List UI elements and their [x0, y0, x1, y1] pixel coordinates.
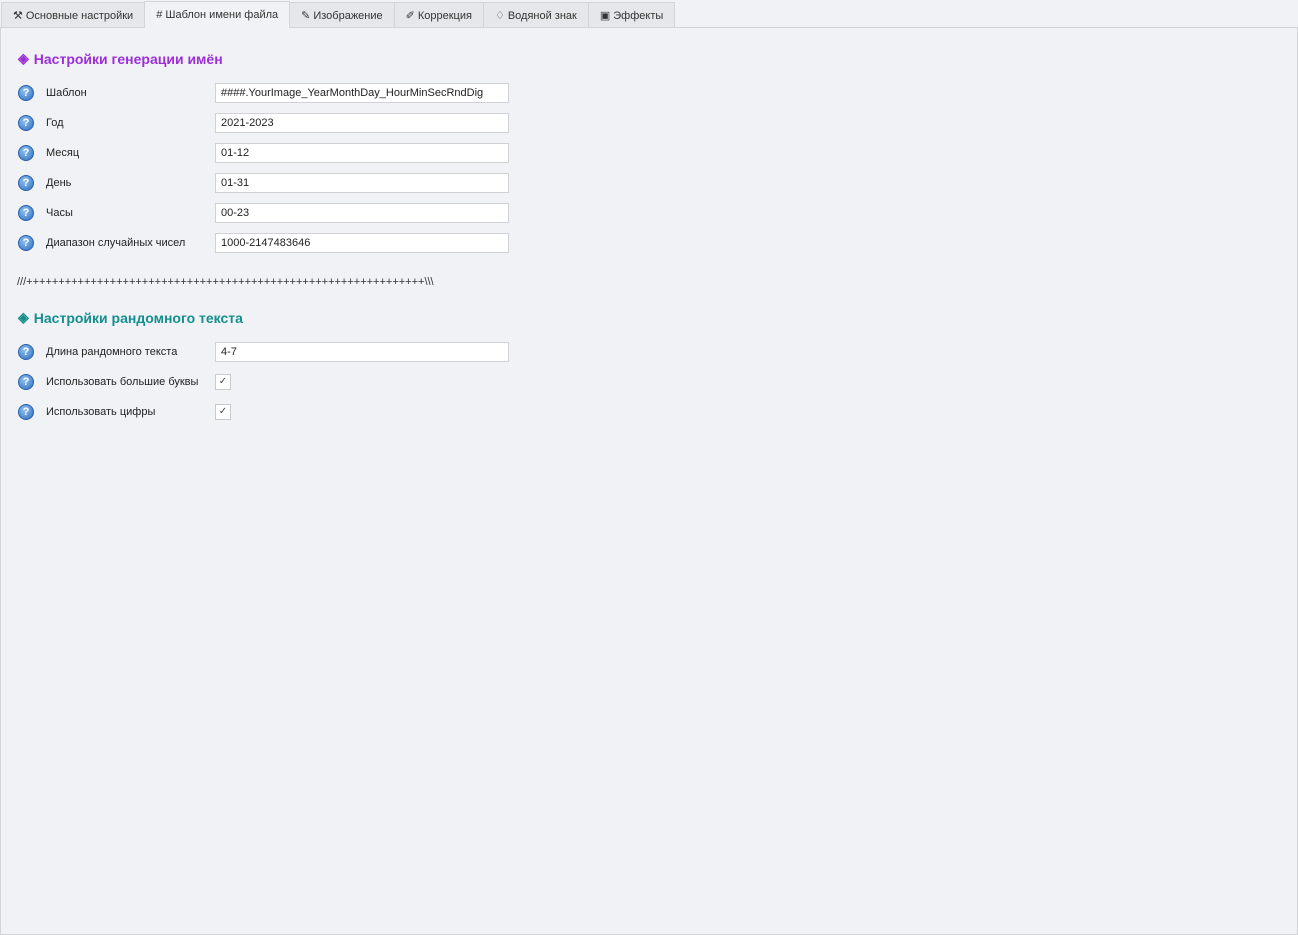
field-row-uppercase: ? Использовать большие буквы ✓: [18, 372, 231, 392]
effects-icon: ▣: [599, 10, 611, 22]
section-title-name-generation: ◈ Настройки генерации имён: [18, 50, 223, 67]
field-row-day: ? День 01-31: [18, 173, 509, 193]
separator-text: ///+++++++++++++++++++++++++++++++++++++…: [17, 276, 434, 288]
help-icon[interactable]: ?: [18, 404, 34, 420]
tab-bar: ⚒ Основные настройки # Шаблон имени файла…: [0, 0, 676, 28]
cube-icon: ◈: [18, 309, 29, 325]
field-row-digits: ? Использовать цифры ✓: [18, 402, 231, 422]
field-row-year: ? Год 2021-2023: [18, 113, 509, 133]
year-input[interactable]: 2021-2023: [215, 113, 509, 133]
help-icon[interactable]: ?: [18, 115, 34, 131]
settings-panel: ◈ Настройки генерации имён ? Шаблон ####.Yo…: [0, 27, 1298, 935]
field-row-random-length: ? Длина рандомного текста 4-7: [18, 342, 509, 362]
help-icon[interactable]: ?: [18, 344, 34, 360]
hours-input[interactable]: 00-23: [215, 203, 509, 223]
help-icon[interactable]: ?: [18, 205, 34, 221]
field-row-template: ? Шаблон ####.YourImage_YearMonthDay_HourM…: [18, 83, 509, 103]
tab-image[interactable]: ✎ Изображение: [289, 2, 395, 28]
tab-correction[interactable]: ✐ Коррекция: [393, 2, 484, 28]
help-icon[interactable]: ?: [18, 85, 34, 101]
uppercase-checkbox[interactable]: ✓: [215, 374, 231, 390]
help-icon[interactable]: ?: [18, 145, 34, 161]
template-input[interactable]: ####.YourImage_YearMonthDay_HourMinSecRn…: [215, 83, 509, 103]
tools-icon: ⚒: [13, 10, 23, 22]
help-icon[interactable]: ?: [18, 374, 34, 390]
help-icon[interactable]: ?: [18, 175, 34, 191]
pen-icon: ✐: [405, 10, 415, 22]
tab-watermark[interactable]: ♢ Водяной знак: [482, 2, 589, 28]
tab-filename-template[interactable]: # Шаблон имени файла: [144, 1, 291, 28]
cube-icon: ◈: [18, 50, 29, 66]
day-input[interactable]: 01-31: [215, 173, 509, 193]
tab-effects[interactable]: ▣ Эффекты: [587, 2, 676, 28]
section-title-random-text: ◈ Настройки рандомного текста: [18, 309, 243, 326]
random-length-input[interactable]: 4-7: [215, 342, 509, 362]
field-row-hours: ? Часы 00-23: [18, 203, 509, 223]
pin-icon: ✎: [301, 10, 311, 22]
digits-checkbox[interactable]: ✓: [215, 404, 231, 420]
help-icon[interactable]: ?: [18, 235, 34, 251]
random-range-input[interactable]: 1000-2147483646: [215, 233, 509, 253]
month-input[interactable]: 01-12: [215, 143, 509, 163]
tab-basic-settings[interactable]: ⚒ Основные настройки: [1, 2, 146, 28]
field-row-random-range: ? Диапазон случайных чисел 1000-2147483646: [18, 233, 509, 253]
drop-icon: ♢: [494, 10, 505, 22]
field-row-month: ? Месяц 01-12: [18, 143, 509, 163]
